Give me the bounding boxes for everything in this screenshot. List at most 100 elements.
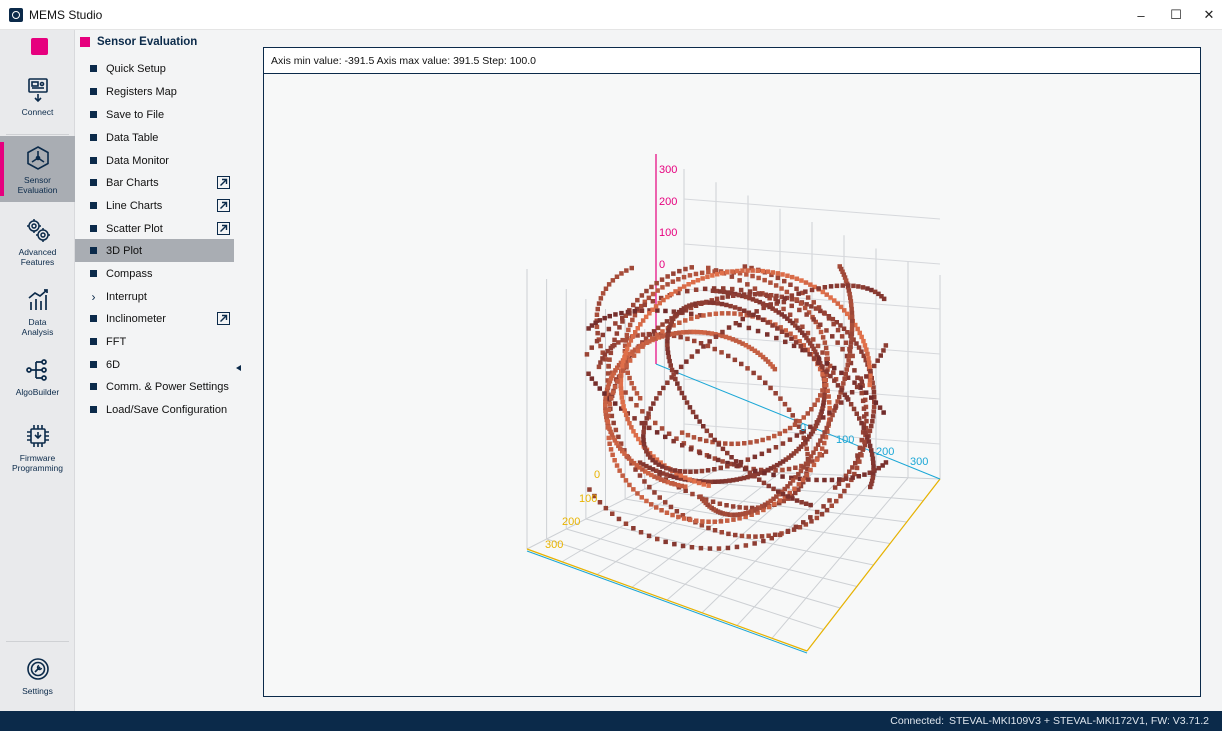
rail-item-data-analysis[interactable]: Data Analysis: [0, 278, 75, 344]
data-point: [628, 396, 634, 402]
data-point: [828, 373, 833, 379]
minimize-button[interactable]: –: [1123, 0, 1159, 30]
data-point: [732, 357, 738, 363]
main-nav-rail: Connect Sensor Evaluation Advanced Featu…: [0, 30, 75, 711]
data-point: [742, 264, 748, 269]
data-point: [670, 512, 675, 518]
data-point: [805, 295, 811, 300]
data-point: [850, 475, 855, 480]
data-point: [625, 346, 630, 352]
open-external-icon[interactable]: [217, 222, 230, 235]
data-point: [775, 275, 781, 281]
rail-item-sensor-evaluation[interactable]: Sensor Evaluation: [0, 136, 75, 202]
data-point: [695, 349, 700, 354]
data-point: [666, 431, 672, 436]
menu-item-compass[interactable]: Compass: [75, 262, 234, 285]
menu-item-load-save-configuration[interactable]: Load/Save Configuration: [75, 398, 234, 421]
data-point: [790, 496, 795, 501]
rail-item-firmware-programming[interactable]: Firmware Programming: [0, 414, 75, 480]
collapse-menu-handle[interactable]: [234, 30, 244, 711]
rail-item-algobuilder[interactable]: AlgoBuilder: [0, 348, 75, 414]
menu-item-quick-setup[interactable]: Quick Setup: [75, 57, 234, 80]
menu-item-registers-map[interactable]: Registers Map: [75, 80, 234, 103]
data-point: [816, 286, 821, 291]
bullet-icon: [90, 338, 97, 345]
bullet-icon: [90, 406, 97, 413]
data-point: [747, 289, 753, 294]
data-point: [679, 430, 685, 435]
menu-item-scatter-plot[interactable]: Scatter Plot: [75, 217, 234, 240]
data-point: [760, 317, 766, 322]
close-button[interactable]: ✕: [1191, 0, 1222, 30]
data-point: [596, 301, 602, 306]
data-point: [586, 371, 591, 376]
menu-item-line-charts[interactable]: Line Charts: [75, 194, 234, 217]
data-point: [745, 282, 750, 287]
data-point: [698, 494, 703, 499]
data-point: [822, 340, 828, 345]
data-point: [677, 469, 683, 474]
menu-item-6d[interactable]: 6D: [75, 353, 234, 376]
open-external-icon[interactable]: [217, 199, 230, 212]
data-point: [881, 348, 886, 353]
data-point: [765, 293, 770, 299]
y-axis-line: [526, 548, 808, 652]
data-point: [762, 277, 767, 283]
data-point: [661, 297, 666, 303]
data-point: [689, 354, 695, 359]
data-point: [829, 477, 835, 483]
z-tick-label: 0: [659, 259, 665, 271]
data-point: [855, 453, 860, 458]
data-point: [820, 335, 826, 340]
data-point: [873, 400, 879, 405]
data-point: [817, 451, 822, 457]
maximize-button[interactable]: ☐: [1158, 0, 1194, 30]
data-point: [619, 310, 624, 316]
data-point: [792, 486, 797, 491]
menu-item-comm-power-settings[interactable]: Comm. & Power Settings: [75, 375, 234, 398]
data-point: [832, 378, 837, 383]
data-point: [863, 390, 869, 395]
data-point: [632, 309, 637, 314]
menu-item-interrupt[interactable]: › Interrupt: [75, 285, 234, 308]
menu-item-3d-plot[interactable]: 3D Plot: [75, 239, 234, 262]
menu-item-bar-charts[interactable]: Bar Charts: [75, 171, 234, 194]
data-point: [634, 403, 639, 408]
data-point: [834, 498, 839, 504]
menu-item-fft[interactable]: FFT: [75, 330, 234, 353]
open-external-icon[interactable]: [217, 312, 230, 325]
menu-item-label: 3D Plot: [106, 244, 143, 257]
3d-plot-canvas[interactable]: 300 200 100 0 0 100 200 300 0 100 200 300: [264, 74, 1200, 696]
data-point: [812, 402, 817, 407]
data-point: [712, 467, 717, 472]
rail-item-advanced-features[interactable]: Advanced Features: [0, 208, 75, 274]
data-point: [771, 486, 776, 492]
data-point: [693, 469, 699, 474]
data-point: [826, 421, 831, 426]
menu-item-data-monitor[interactable]: Data Monitor: [75, 149, 234, 172]
open-external-icon[interactable]: [217, 176, 230, 189]
data-point: [815, 442, 821, 447]
data-point: [827, 410, 832, 415]
data-point: [780, 474, 785, 479]
data-point: [668, 467, 673, 472]
menu-item-data-table[interactable]: Data Table: [75, 126, 234, 149]
data-point: [706, 265, 711, 271]
data-point: [678, 364, 684, 370]
data-point: [734, 544, 740, 550]
menu-item-save-to-file[interactable]: Save to File: [75, 103, 234, 126]
data-point: [607, 357, 612, 362]
data-point: [757, 477, 762, 482]
data-point: [699, 468, 705, 474]
data-point: [854, 411, 859, 416]
menu-item-inclinometer[interactable]: Inclinometer: [75, 307, 234, 330]
data-point: [724, 503, 729, 508]
data-point: [871, 390, 877, 395]
settings-wrench-icon: [26, 658, 49, 680]
data-point: [587, 487, 592, 492]
data-point: [675, 381, 680, 386]
data-point: [818, 438, 823, 443]
rail-item-connect[interactable]: Connect: [0, 68, 75, 134]
data-point: [672, 541, 677, 547]
rail-item-settings[interactable]: Settings: [0, 647, 75, 713]
